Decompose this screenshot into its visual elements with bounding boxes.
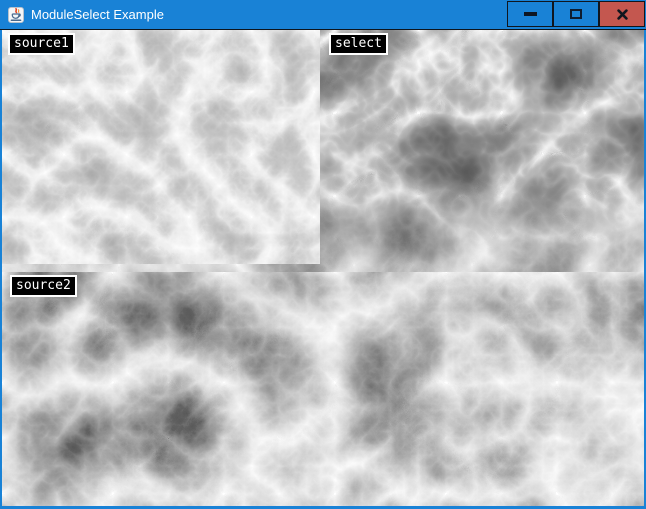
maximize-icon (570, 9, 582, 19)
render-canvas: source1 select source2 (2, 30, 644, 506)
window-controls (507, 1, 645, 27)
minimize-button[interactable] (507, 1, 553, 27)
maximize-button[interactable] (553, 1, 599, 27)
select-label: select (329, 33, 388, 55)
application-window: ModuleSelect Example (0, 0, 646, 509)
close-button[interactable] (599, 1, 645, 27)
source2-label: source2 (10, 275, 77, 297)
source2-image (2, 272, 644, 506)
close-icon (617, 9, 628, 20)
titlebar[interactable]: ModuleSelect Example (0, 0, 646, 30)
java-coffee-cup-icon[interactable] (8, 7, 24, 23)
minimize-icon (524, 12, 537, 16)
source1-label: source1 (8, 33, 75, 55)
source1-image (2, 30, 320, 264)
window-title: ModuleSelect Example (31, 7, 164, 22)
